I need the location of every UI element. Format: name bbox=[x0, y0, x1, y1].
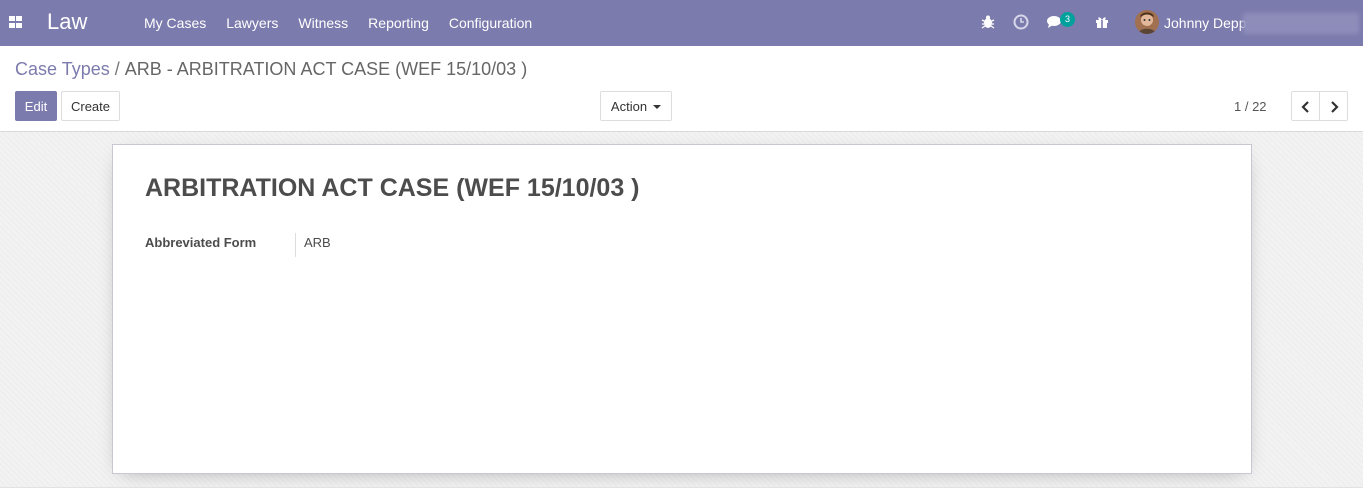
blurred-company-name bbox=[1243, 13, 1359, 34]
breadcrumb-separator: / bbox=[114, 59, 120, 79]
menu-item-configuration[interactable]: Configuration bbox=[439, 0, 542, 46]
menu-item-witness[interactable]: Witness bbox=[288, 0, 358, 46]
breadcrumb-parent-link[interactable]: Case Types bbox=[15, 59, 110, 79]
form-sheet: ARBITRATION ACT CASE (WEF 15/10/03 ) Abb… bbox=[112, 144, 1252, 474]
apps-menu-icon[interactable] bbox=[9, 16, 22, 28]
user-name[interactable]: Johnny Depp bbox=[1164, 15, 1247, 31]
menu-item-lawyers[interactable]: Lawyers bbox=[216, 0, 288, 46]
user-avatar[interactable] bbox=[1135, 10, 1159, 34]
pager-next-button[interactable] bbox=[1319, 91, 1348, 121]
record-title[interactable]: ARBITRATION ACT CASE (WEF 15/10/03 ) bbox=[145, 174, 640, 203]
chevron-left-icon bbox=[1301, 101, 1309, 113]
edit-button[interactable]: Edit bbox=[15, 91, 57, 121]
breadcrumb: Case Types / ARB - ARBITRATION ACT CASE (W… bbox=[15, 59, 527, 80]
create-button[interactable]: Create bbox=[61, 91, 120, 121]
action-dropdown-button[interactable]: Action bbox=[600, 91, 672, 121]
menu-item-my-cases[interactable]: My Cases bbox=[134, 0, 216, 46]
caret-down-icon bbox=[653, 105, 662, 110]
field-value-abbreviated-form[interactable]: ARB bbox=[304, 235, 331, 250]
menu-item-reporting[interactable]: Reporting bbox=[358, 0, 439, 46]
bug-icon[interactable] bbox=[979, 13, 997, 31]
gift-icon[interactable] bbox=[1093, 13, 1111, 31]
pager-value[interactable]: 1 / 22 bbox=[1234, 99, 1267, 114]
top-navbar: Law My Cases Lawyers Witness Reporting C… bbox=[0, 0, 1363, 46]
app-name[interactable]: Law bbox=[47, 9, 87, 35]
main-menu: My Cases Lawyers Witness Reporting Confi… bbox=[134, 0, 542, 46]
pager-previous-button[interactable] bbox=[1291, 91, 1320, 121]
chevron-right-icon bbox=[1331, 101, 1339, 113]
bottom-divider bbox=[0, 487, 1363, 497]
form-view-background: ARBITRATION ACT CASE (WEF 15/10/03 ) Abb… bbox=[0, 132, 1363, 487]
control-panel: Case Types / ARB - ARBITRATION ACT CASE (W… bbox=[0, 46, 1363, 132]
chat-count-badge: 3 bbox=[1060, 12, 1075, 27]
clock-icon[interactable] bbox=[1012, 13, 1030, 31]
breadcrumb-current: ARB - ARBITRATION ACT CASE (WEF 15/10/03… bbox=[124, 59, 528, 79]
action-label: Action bbox=[610, 98, 648, 114]
field-label-abbreviated-form: Abbreviated Form bbox=[145, 235, 257, 250]
field-divider bbox=[295, 233, 296, 257]
